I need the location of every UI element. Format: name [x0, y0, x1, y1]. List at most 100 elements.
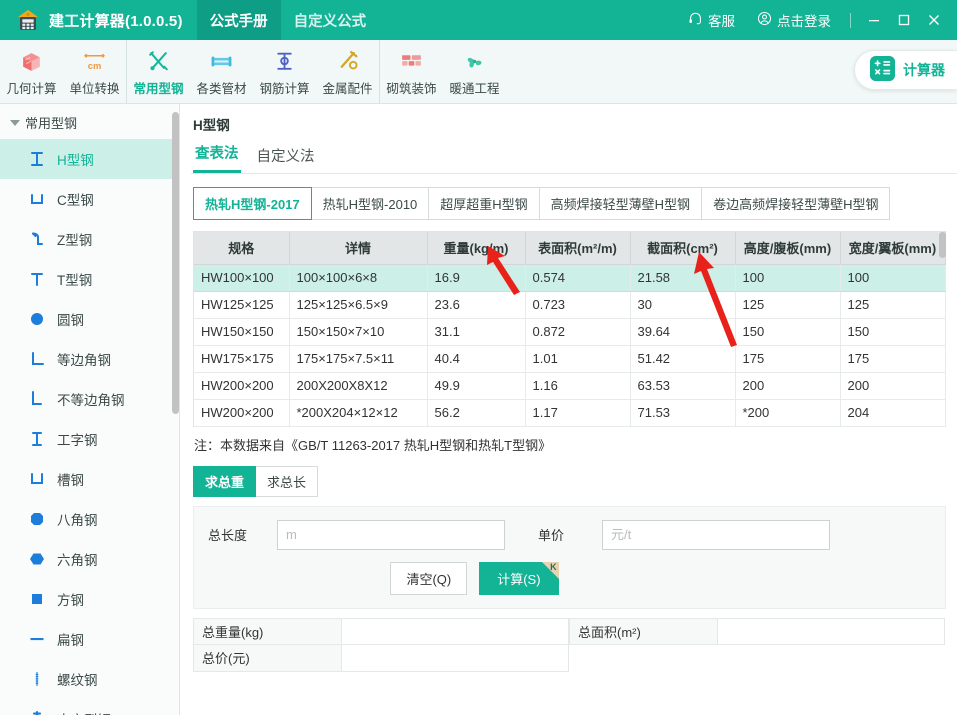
- sidebar-item-h-beam[interactable]: H型钢: [0, 139, 179, 179]
- ribbon-item-geometry[interactable]: 几何计算: [0, 40, 63, 103]
- cell-detail: 200X200X8X12: [289, 372, 428, 400]
- tab-custom-formula[interactable]: 自定义公式: [281, 0, 380, 40]
- result-row-1: 总重量(kg) 总面积(m²): [193, 617, 946, 645]
- sidebar-item-unequal-angle[interactable]: 不等边角钢: [0, 379, 179, 419]
- col-header-weight[interactable]: 重量(kg/m): [427, 232, 526, 265]
- cell-width: 150: [840, 318, 946, 346]
- cell-width: 125: [840, 291, 946, 319]
- sidebar-item-c-channel[interactable]: C型钢: [0, 179, 179, 219]
- minimize-button[interactable]: [859, 0, 889, 40]
- steel-table-wrapper: 规格 详情 重量(kg/m) 表面积(m²/m) 截面积(cm²) 高度/腹板(…: [193, 231, 946, 427]
- cell-weight: 49.9: [427, 372, 526, 400]
- svg-text:cm: cm: [88, 61, 102, 71]
- standard-tab-1[interactable]: 热轧H型钢-2010: [311, 187, 430, 220]
- cube-icon: [19, 49, 44, 75]
- ribbon-item-unit-convert[interactable]: cm 单位转换: [63, 40, 126, 103]
- standard-tab-2[interactable]: 超厚超重H型钢: [429, 187, 540, 220]
- col-header-spec[interactable]: 规格: [194, 232, 290, 265]
- total-weight-label: 总重量(kg): [193, 617, 341, 645]
- unit-price-input[interactable]: [602, 519, 830, 550]
- ribbon-group-general: 几何计算 cm 单位转换: [0, 40, 127, 103]
- ribbon-item-masonry[interactable]: 砌筑装饰: [380, 40, 443, 103]
- clear-button[interactable]: 清空(Q): [390, 561, 468, 595]
- sidebar-item-t-section[interactable]: T型钢: [0, 259, 179, 299]
- sidebar-item-hexagon-bar[interactable]: 六角钢: [0, 539, 179, 579]
- table-row[interactable]: HW175×175 175×175×7.5×11 40.4 1.01 51.42…: [194, 345, 946, 373]
- sidebar-item-h-beam-label: H型钢: [57, 153, 94, 168]
- sidebar-item-flat-bar[interactable]: 扁钢: [0, 619, 179, 659]
- cell-weight: 56.2: [427, 399, 526, 427]
- total-length-input[interactable]: [277, 519, 505, 550]
- sidebar-item-cross-section-label: 十字型钢: [57, 709, 111, 715]
- calculate-button-label: 计算(S): [497, 571, 541, 587]
- sidebar-group-header[interactable]: 常用型钢: [0, 104, 179, 139]
- table-row[interactable]: HW150×150 150×150×7×10 31.1 0.872 39.64 …: [194, 318, 946, 346]
- col-header-width-flange[interactable]: 宽度/翼板(mm): [840, 232, 946, 265]
- cell-spec: HW100×100: [194, 264, 290, 292]
- ribbon-item-rebar[interactable]: 钢筋计算: [253, 40, 316, 103]
- table-row[interactable]: HW100×100 100×100×6×8 16.9 0.574 21.58 1…: [194, 264, 946, 292]
- fan-icon: [462, 49, 487, 75]
- standard-tab-4-label: 卷边高频焊接轻型薄壁H型钢: [713, 197, 879, 212]
- chevron-down-icon: [10, 119, 20, 126]
- tab-custom-method[interactable]: 自定义法: [255, 141, 317, 173]
- calculator-icon: [869, 55, 896, 85]
- c-channel-icon: [26, 188, 48, 210]
- sidebar-item-equal-angle[interactable]: 等边角钢: [0, 339, 179, 379]
- cell-surface: 0.574: [525, 264, 631, 292]
- app-brand: G 建工计算器(1.0.0.5): [0, 0, 197, 40]
- tab-formula-manual[interactable]: 公式手册: [196, 0, 281, 40]
- col-header-detail[interactable]: 详情: [289, 232, 428, 265]
- table-row[interactable]: HW125×125 125×125×6.5×9 23.6 0.723 30 12…: [194, 291, 946, 319]
- total-area-label: 总面积(m²): [569, 617, 717, 645]
- calculation-section: 求总重 求总长 总长度 单价 清空(Q): [193, 465, 946, 609]
- col-header-height-web[interactable]: 高度/腹板(mm): [735, 232, 841, 265]
- maximize-button[interactable]: [889, 0, 919, 40]
- calc-mode-group: 求总重 求总长: [193, 465, 946, 497]
- sidebar-item-square-bar[interactable]: 方钢: [0, 579, 179, 619]
- sidebar-item-i-beam[interactable]: 工字钢: [0, 419, 179, 459]
- calculate-button[interactable]: 计算(S) K: [479, 561, 559, 595]
- sidebar-item-cross-section[interactable]: 十字型钢: [0, 699, 179, 715]
- col-header-surface[interactable]: 表面积(m²/m): [525, 232, 631, 265]
- login-button[interactable]: 点击登录: [746, 10, 842, 30]
- cell-surface: 0.872: [525, 318, 631, 346]
- standard-tab-4[interactable]: 卷边高频焊接轻型薄壁H型钢: [702, 187, 891, 220]
- cell-spec: HW175×175: [194, 345, 290, 373]
- rebar-bar-icon: [26, 668, 48, 690]
- cell-detail: 100×100×6×8: [289, 264, 428, 292]
- ribbon-toolbar: 几何计算 cm 单位转换 常用型钢 各类管材 钢筋计算 金属配件 砌筑装饰 暖通…: [0, 40, 957, 104]
- close-button[interactable]: [919, 0, 949, 40]
- standard-tab-3[interactable]: 高频焊接轻型薄壁H型钢: [539, 187, 703, 220]
- table-row[interactable]: HW200×200 *200X204×12×12 56.2 1.17 71.53…: [194, 399, 946, 427]
- col-header-section[interactable]: 截面积(cm²): [630, 232, 736, 265]
- ribbon-item-metal-parts[interactable]: 金属配件: [316, 40, 379, 103]
- mode-total-weight-button[interactable]: 求总重: [193, 465, 257, 497]
- sidebar-item-rebar-bar[interactable]: 螺纹钢: [0, 659, 179, 699]
- sidebar-item-round-bar[interactable]: 圆钢: [0, 299, 179, 339]
- sidebar-item-channel[interactable]: 槽钢: [0, 459, 179, 499]
- sidebar-item-octagon-bar[interactable]: 八角钢: [0, 499, 179, 539]
- standard-tab-0[interactable]: 热轧H型钢-2017: [193, 187, 312, 220]
- customer-support-button[interactable]: 客服: [677, 10, 746, 30]
- ribbon-item-hvac[interactable]: 暖通工程: [443, 40, 506, 103]
- calculator-button[interactable]: 计算器: [854, 50, 957, 90]
- result-row-2: 总价(元): [193, 644, 946, 672]
- cell-detail: 150×150×7×10: [289, 318, 428, 346]
- shortcut-badge-letter: K: [550, 561, 557, 572]
- table-row[interactable]: HW200×200 200X200X8X12 49.9 1.16 63.53 2…: [194, 372, 946, 400]
- tab-table-lookup[interactable]: 查表法: [193, 138, 241, 173]
- cell-height: 150: [735, 318, 841, 346]
- top-nav: 公式手册 自定义公式: [196, 0, 380, 40]
- standard-tab-3-label: 高频焊接轻型薄壁H型钢: [550, 197, 691, 212]
- sidebar-scrollbar-thumb[interactable]: [172, 112, 179, 414]
- sidebar-item-i-beam-label: 工字钢: [57, 433, 98, 448]
- mode-total-length-button[interactable]: 求总长: [256, 465, 319, 497]
- ribbon-item-steel-sections[interactable]: 常用型钢: [127, 40, 190, 103]
- sidebar-item-t-section-label: T型钢: [57, 273, 93, 288]
- table-scrollbar-thumb[interactable]: [939, 232, 946, 258]
- ribbon-item-pipes[interactable]: 各类管材: [190, 40, 253, 103]
- sidebar-item-equal-angle-label: 等边角钢: [57, 353, 111, 368]
- sidebar-item-z-section[interactable]: Z型钢: [0, 219, 179, 259]
- brick-wall-icon: [399, 49, 424, 75]
